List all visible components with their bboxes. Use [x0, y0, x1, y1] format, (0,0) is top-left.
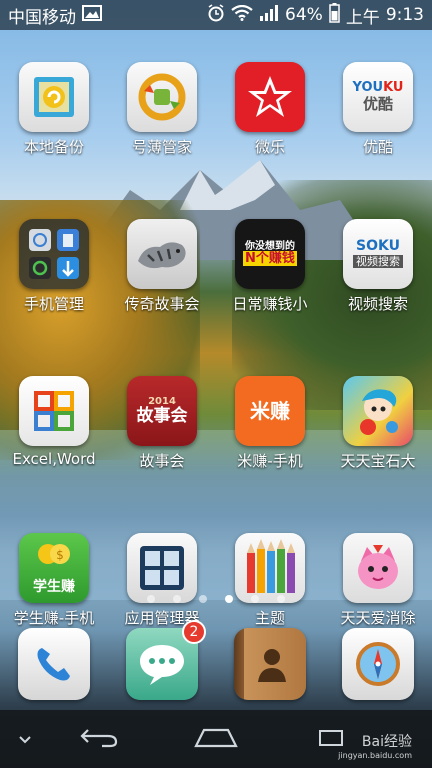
- page-indicator: [0, 595, 432, 603]
- app-weile[interactable]: 微乐: [216, 62, 324, 157]
- app-daily-earn[interactable]: 你没想到的 N个赚钱 日常赚钱小: [216, 219, 324, 314]
- app-app-manager[interactable]: 应用管理器: [108, 533, 216, 628]
- ttaxiaochu-icon: [343, 533, 413, 603]
- themes-icon: [235, 533, 305, 603]
- watermark-url: jingyan.baidu.com: [338, 751, 412, 760]
- alarm-icon: [207, 3, 225, 27]
- youku-icon: YOUKU 优酷: [343, 62, 413, 132]
- nav-expand-button[interactable]: [0, 710, 50, 768]
- am-pm: 上午: [345, 7, 380, 28]
- app-manager-icon: [127, 533, 197, 603]
- app-label: 号薄管家: [131, 138, 192, 156]
- app-label: 米赚-手机: [237, 452, 303, 470]
- nav-home-button[interactable]: [150, 710, 282, 768]
- image-notification-icon: [82, 4, 102, 26]
- dock-messages[interactable]: 2: [108, 620, 216, 700]
- app-label: 手机管理: [23, 295, 84, 313]
- app-grid: 本地备份 号薄管家 微乐 YOUKU 优酷 优酷 手机管理 传奇故事会 你没想到…: [0, 62, 432, 628]
- message-icon: 2: [126, 620, 206, 700]
- page-dot[interactable]: [277, 595, 285, 603]
- app-office[interactable]: Excel,Word: [0, 376, 108, 471]
- page-dot[interactable]: [173, 595, 181, 603]
- contacts-sync-icon: [127, 62, 197, 132]
- gem-game-icon: [343, 376, 413, 446]
- back-arrow-icon: [80, 726, 120, 752]
- app-story-book[interactable]: 2014 故事会 故事会: [108, 376, 216, 471]
- page-dot[interactable]: [147, 595, 155, 603]
- app-label: 视频搜索: [347, 295, 408, 313]
- battery-icon: [329, 2, 340, 28]
- phone-icon: [18, 628, 90, 700]
- app-label: 优酷: [362, 138, 393, 156]
- baidu-watermark: Bai经验 jingyan.baidu.com: [338, 731, 412, 760]
- unread-badge: 2: [182, 620, 206, 644]
- app-themes[interactable]: 主题: [216, 533, 324, 628]
- clock-time: 9:13: [385, 5, 424, 25]
- chevron-down-icon: [18, 730, 32, 749]
- soku-icon: SOKU 视频搜索: [343, 219, 413, 289]
- app-label: 主题: [254, 609, 285, 627]
- contacts-book-icon: [234, 628, 306, 700]
- app-backup[interactable]: 本地备份: [0, 62, 108, 157]
- compass-icon: [342, 628, 414, 700]
- dock: 2: [0, 620, 432, 700]
- status-bar: 中国移动 64% 上午 9:13: [0, 0, 432, 30]
- app-label: 传奇故事会: [124, 295, 200, 313]
- backup-icon: [19, 62, 89, 132]
- app-label: Excel,Word: [12, 450, 96, 468]
- phone-manager-folder-icon: [19, 219, 89, 289]
- page-dot[interactable]: [251, 595, 259, 603]
- app-video-search[interactable]: SOKU 视频搜索 视频搜索: [324, 219, 432, 314]
- app-gem-game[interactable]: 天天宝石大: [324, 376, 432, 471]
- dock-phone[interactable]: [0, 628, 108, 700]
- office-icon: [19, 376, 89, 446]
- wifi-icon: [231, 4, 253, 26]
- app-label: 天天宝石大: [340, 452, 416, 470]
- navigation-bar: Bai经验 jingyan.baidu.com: [0, 710, 432, 768]
- weile-icon: [235, 62, 305, 132]
- app-phone-manager-folder[interactable]: 手机管理: [0, 219, 108, 314]
- signal-icon: [259, 4, 279, 27]
- app-mizhuan[interactable]: 米赚 米赚-手机: [216, 376, 324, 471]
- page-dot-active[interactable]: [225, 595, 233, 603]
- app-legend-stories[interactable]: 传奇故事会: [108, 219, 216, 314]
- app-label: 日常赚钱小: [232, 295, 308, 313]
- mizhuan-icon: 米赚: [235, 376, 305, 446]
- app-label: 故事会: [139, 452, 185, 470]
- nav-back-button[interactable]: [50, 710, 150, 768]
- app-contacts-sync[interactable]: 号薄管家: [108, 62, 216, 157]
- carrier-name: 中国移动: [8, 7, 76, 28]
- app-student-earn[interactable]: $ 学生赚 学生赚-手机: [0, 533, 108, 628]
- earn-money-icon: 你没想到的 N个赚钱: [235, 219, 305, 289]
- app-youku[interactable]: YOUKU 优酷 优酷: [324, 62, 432, 157]
- app-label: 本地备份: [23, 138, 84, 156]
- app-ttaxiaochu[interactable]: 天天爱消除: [324, 533, 432, 628]
- watermark-text: Bai经验: [361, 734, 412, 750]
- app-label: 微乐: [254, 138, 285, 156]
- tiger-icon: [127, 219, 197, 289]
- battery-percent: 64%: [285, 5, 323, 25]
- svg-text:$: $: [56, 548, 64, 562]
- app-label: 天天爱消除: [340, 609, 416, 627]
- page-dot[interactable]: [199, 595, 207, 603]
- dock-browser[interactable]: [324, 628, 432, 700]
- story-book-icon: 2014 故事会: [127, 376, 197, 446]
- app-label: 学生赚-手机: [13, 609, 95, 627]
- student-earn-icon: $ 学生赚: [19, 533, 89, 603]
- home-icon: [194, 726, 238, 752]
- dock-contacts[interactable]: [216, 628, 324, 700]
